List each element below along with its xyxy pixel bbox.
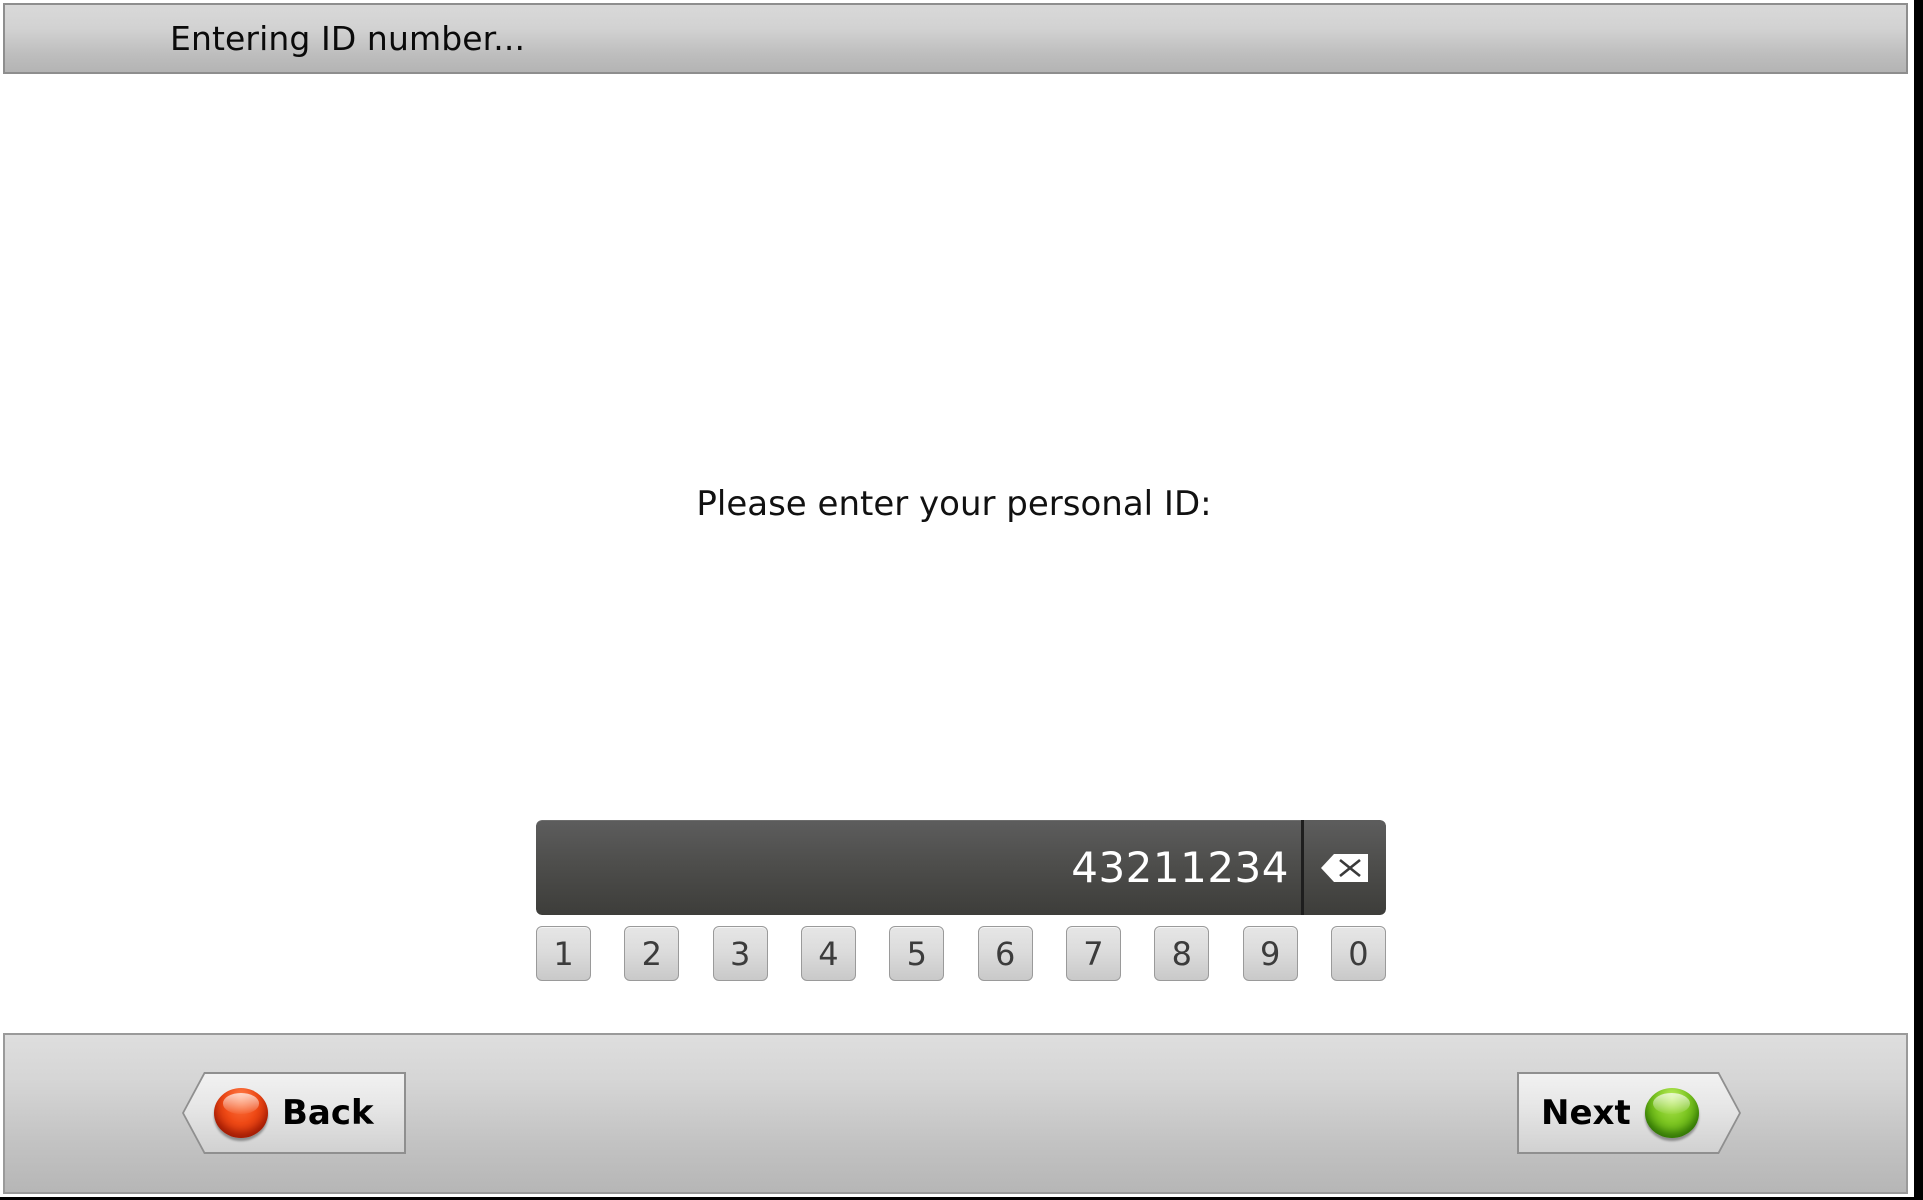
keypad-key-4[interactable]: 4 [800,926,856,981]
backspace-button[interactable] [1304,820,1386,915]
prompt-label: Please enter your personal ID: [696,484,1212,524]
backspace-icon [1321,851,1369,885]
next-button[interactable]: Next [1517,1072,1741,1154]
keypad-key-9[interactable]: 9 [1242,926,1298,981]
back-button[interactable]: Back [182,1072,406,1154]
keypad-key-8[interactable]: 8 [1154,926,1210,981]
numeric-keypad: 1 2 3 4 5 6 7 8 9 0 [536,926,1386,981]
keypad-key-7[interactable]: 7 [1065,926,1121,981]
id-input-value: 43211234 [1071,843,1289,892]
back-button-inner: Back [182,1072,406,1154]
keypad-key-2[interactable]: 2 [624,926,680,981]
window-titlebar: Entering ID number... [3,3,1908,74]
id-display-row: 43211234 [536,820,1386,915]
next-button-inner: Next [1517,1072,1741,1154]
keypad-key-6[interactable]: 6 [977,926,1033,981]
keypad-key-5[interactable]: 5 [889,926,945,981]
keypad-key-1[interactable]: 1 [536,926,591,981]
id-entry-widget: 43211234 1 2 3 4 5 6 7 8 9 0 [536,820,1386,981]
window-title: Entering ID number... [170,19,526,58]
keypad-key-3[interactable]: 3 [712,926,768,981]
kiosk-window: Entering ID number... Please enter your … [0,0,1923,1200]
back-button-label: Back [282,1093,374,1133]
id-input-field[interactable]: 43211234 [536,820,1301,915]
main-content: Please enter your personal ID: 43211234 [0,76,1908,1021]
keypad-key-0[interactable]: 0 [1330,926,1386,981]
next-button-label: Next [1541,1093,1631,1133]
red-indicator-icon [214,1088,268,1138]
green-indicator-icon [1644,1088,1699,1138]
